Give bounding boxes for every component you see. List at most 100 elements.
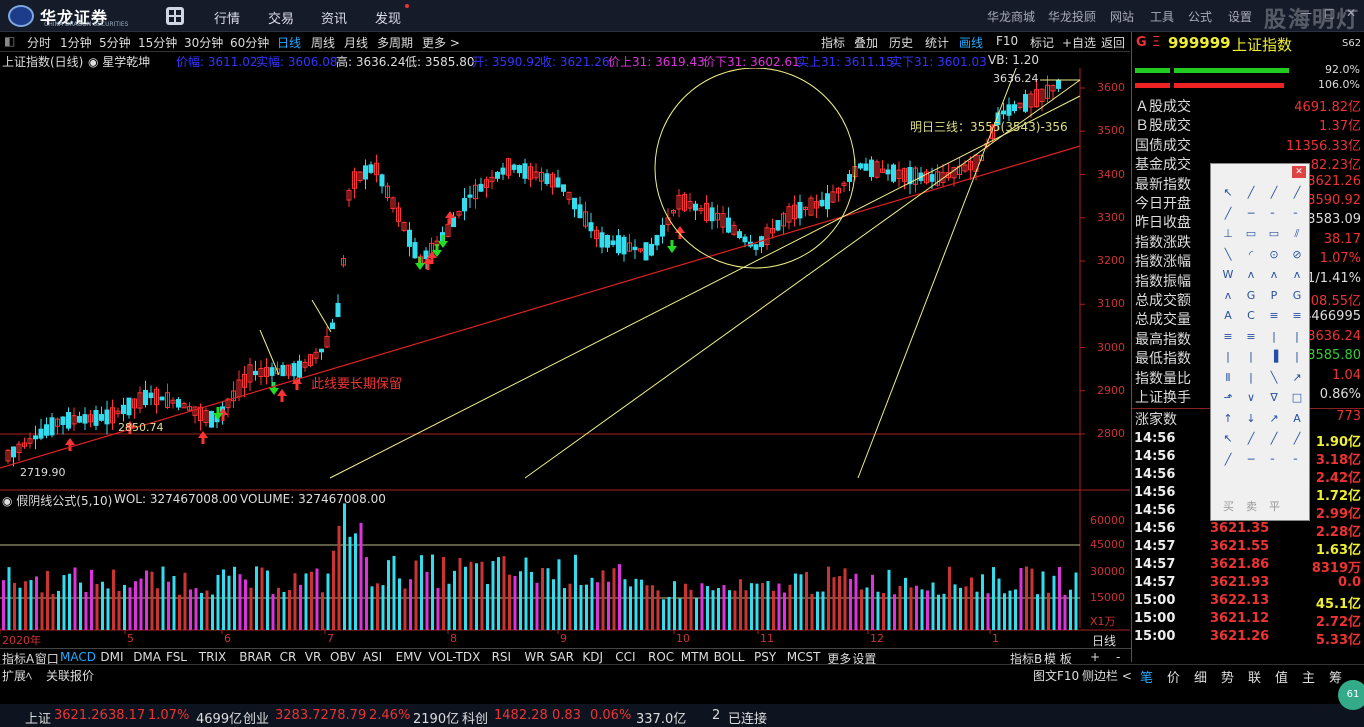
draw-tool-icon[interactable]: ╴ bbox=[1288, 207, 1306, 223]
period-5min[interactable]: 5分钟 bbox=[99, 34, 131, 51]
indicator-tab[interactable]: MACD bbox=[60, 650, 96, 664]
minimize-icon[interactable]: — bbox=[1300, 6, 1314, 20]
draw-tool-icon[interactable]: ╱ bbox=[1288, 432, 1306, 448]
group-g[interactable]: G bbox=[1136, 35, 1147, 50]
draw-tool-icon[interactable]: ≡ bbox=[1242, 330, 1260, 346]
draw-tool-icon[interactable]: ╴ bbox=[1265, 207, 1283, 223]
indicator-tab[interactable]: ASI bbox=[363, 650, 382, 664]
draw-tool-icon[interactable]: ▐ bbox=[1265, 350, 1283, 366]
menu-settings[interactable]: 设置 bbox=[1228, 8, 1252, 25]
draw-tool-icon[interactable]: | bbox=[1242, 350, 1260, 366]
draw-tool-icon[interactable]: ᴧ bbox=[1219, 289, 1237, 305]
draw-tool-icon[interactable]: ╴ bbox=[1265, 453, 1283, 469]
period-daily[interactable]: 日线 bbox=[277, 34, 301, 51]
draw-tool-icon[interactable]: P bbox=[1265, 289, 1283, 305]
tool-draw[interactable]: 画线 bbox=[959, 34, 983, 51]
draw-tool-icon[interactable]: ↑ bbox=[1219, 412, 1237, 428]
draw-tool-icon[interactable]: ▭ bbox=[1265, 227, 1283, 243]
vol-formula-name[interactable]: ◉ 假阴线公式(5,10) bbox=[2, 492, 112, 509]
draw-tool-icon[interactable]: ⊘ bbox=[1288, 248, 1306, 264]
menu-news[interactable]: 资讯 bbox=[321, 8, 347, 27]
indicator-tab[interactable]: DMI bbox=[100, 650, 123, 664]
menu-icon[interactable]: Ξ bbox=[1152, 35, 1160, 50]
indicator-tab[interactable]: CR bbox=[280, 650, 297, 664]
menu-mall[interactable]: 华龙商城 bbox=[987, 8, 1035, 25]
draw-tool-icon[interactable]: W bbox=[1219, 268, 1237, 284]
draw-tool-icon[interactable]: ╱ bbox=[1219, 207, 1237, 223]
draw-tool-icon[interactable]: ↖ bbox=[1219, 432, 1237, 448]
draw-tool-icon[interactable]: ↓ bbox=[1242, 412, 1260, 428]
indicator-tab[interactable]: MCST bbox=[787, 650, 821, 664]
draw-tool-icon[interactable]: G bbox=[1242, 289, 1260, 305]
apps-grid-icon[interactable] bbox=[166, 7, 184, 25]
indicator-tab[interactable]: ROC bbox=[648, 650, 674, 664]
tool-history[interactable]: 历史 bbox=[889, 34, 913, 51]
menu-quotes[interactable]: 行情 bbox=[214, 8, 240, 27]
indicator-tab[interactable]: BOLL bbox=[714, 650, 745, 664]
indicator-tab[interactable]: SAR bbox=[550, 650, 574, 664]
indicator-tab[interactable]: BRAR bbox=[239, 650, 272, 664]
help-bubble-icon[interactable]: 61 bbox=[1338, 680, 1364, 710]
period-weekly[interactable]: 周线 bbox=[311, 34, 335, 51]
indicator-tab[interactable]: MTM bbox=[681, 650, 709, 664]
indicator-tab[interactable]: OBV bbox=[330, 650, 356, 664]
draw-tool-icon[interactable]: ◜ bbox=[1242, 248, 1260, 264]
draw-tool-icon[interactable]: C bbox=[1242, 309, 1260, 325]
draw-tool-icon[interactable]: ᴧ bbox=[1265, 268, 1283, 284]
indicator-tab[interactable]: EMV bbox=[396, 650, 422, 664]
draw-tool-icon[interactable]: A bbox=[1219, 309, 1237, 325]
draw-tool-icon[interactable]: ╱ bbox=[1242, 432, 1260, 448]
period-15min[interactable]: 15分钟 bbox=[138, 34, 177, 51]
palette-close-icon[interactable]: ✕ bbox=[1292, 166, 1306, 178]
ext-related-quotes[interactable]: 关联报价 bbox=[46, 667, 94, 684]
draw-tool-icon[interactable]: ▭ bbox=[1242, 227, 1260, 243]
indicator-tab[interactable]: CCI bbox=[615, 650, 635, 664]
period-more[interactable]: 更多 > bbox=[422, 34, 460, 51]
indicator-tab[interactable]: VOL-TDX bbox=[428, 650, 480, 664]
ext-f10[interactable]: 图文F10 bbox=[1033, 667, 1079, 684]
indicator-tab[interactable]: PSY bbox=[754, 650, 776, 664]
indicator-tab[interactable]: TRIX bbox=[199, 650, 226, 664]
menu-tools[interactable]: 工具 bbox=[1150, 8, 1174, 25]
tool-back[interactable]: 返回 bbox=[1101, 34, 1125, 51]
period-60min[interactable]: 60分钟 bbox=[230, 34, 269, 51]
menu-trade[interactable]: 交易 bbox=[268, 8, 294, 27]
close-icon[interactable]: ✕ bbox=[1346, 6, 1360, 20]
draw-tool-icon[interactable]: | bbox=[1242, 371, 1260, 387]
draw-tool-icon[interactable]: ╴ bbox=[1288, 453, 1306, 469]
draw-tool-icon[interactable]: ∨ bbox=[1242, 391, 1260, 407]
tool-stats[interactable]: 统计 bbox=[925, 34, 949, 51]
menu-advisor[interactable]: 华龙投顾 bbox=[1048, 8, 1096, 25]
kline-chart[interactable] bbox=[0, 68, 1130, 648]
draw-tool-icon[interactable]: ᴧ bbox=[1288, 268, 1306, 284]
indicator-tab[interactable]: DMA bbox=[133, 650, 161, 664]
period-multi[interactable]: 多周期 bbox=[377, 34, 413, 51]
draw-tool-icon[interactable]: ᴧ bbox=[1242, 268, 1260, 284]
draw-tool-icon[interactable]: ╲ bbox=[1265, 371, 1283, 387]
drawing-tool-palette[interactable]: ✕ ↖ ╱ ╱ ╱ ╱ ─ ╴ ╴ ⊥ ▭ ▭ ⫽ ╲ ◜ ⊙ ⊘ Wᴧ ᴧ ᴧ ᴧ G P G A C ≡ ≡ ≡ ≡ | | | | ▐ | Ⅱ |… bbox=[1210, 163, 1310, 521]
tool-mark[interactable]: 标记 bbox=[1030, 34, 1054, 51]
indicator-tab[interactable]: VR bbox=[305, 650, 322, 664]
draw-tool-icon[interactable]: ↗ bbox=[1265, 412, 1283, 428]
draw-tool-icon[interactable]: | bbox=[1265, 330, 1283, 346]
draw-tool-icon[interactable]: ∇ bbox=[1265, 391, 1283, 407]
draw-tool-icon[interactable]: ╱ bbox=[1288, 186, 1306, 202]
draw-tool-icon[interactable]: ↗ bbox=[1288, 371, 1306, 387]
period-1min[interactable]: 1分钟 bbox=[60, 34, 92, 51]
indicator-tab[interactable]: FSL bbox=[166, 650, 187, 664]
draw-tool-icon[interactable]: □ bbox=[1288, 391, 1306, 407]
draw-tool-icon[interactable]: ≡ bbox=[1219, 330, 1237, 346]
draw-tool-icon[interactable]: ╲ bbox=[1219, 248, 1237, 264]
tool-indicator[interactable]: 指标 bbox=[821, 34, 845, 51]
draw-tool-icon[interactable]: ⬏ bbox=[1219, 391, 1237, 407]
indicator-tab[interactable]: WR bbox=[524, 650, 544, 664]
menu-website[interactable]: 网站 bbox=[1110, 8, 1134, 25]
draw-tool-icon[interactable]: A bbox=[1288, 412, 1306, 428]
draw-tool-icon[interactable]: Ⅱ bbox=[1219, 371, 1237, 387]
menu-formula[interactable]: 公式 bbox=[1188, 8, 1212, 25]
period-monthly[interactable]: 月线 bbox=[344, 34, 368, 51]
indicator-tab[interactable]: RSI bbox=[492, 650, 512, 664]
draw-tool-icon[interactable]: ≡ bbox=[1265, 309, 1283, 325]
maximize-icon[interactable]: □ bbox=[1324, 6, 1338, 20]
tool-overlay[interactable]: 叠加 bbox=[854, 34, 878, 51]
